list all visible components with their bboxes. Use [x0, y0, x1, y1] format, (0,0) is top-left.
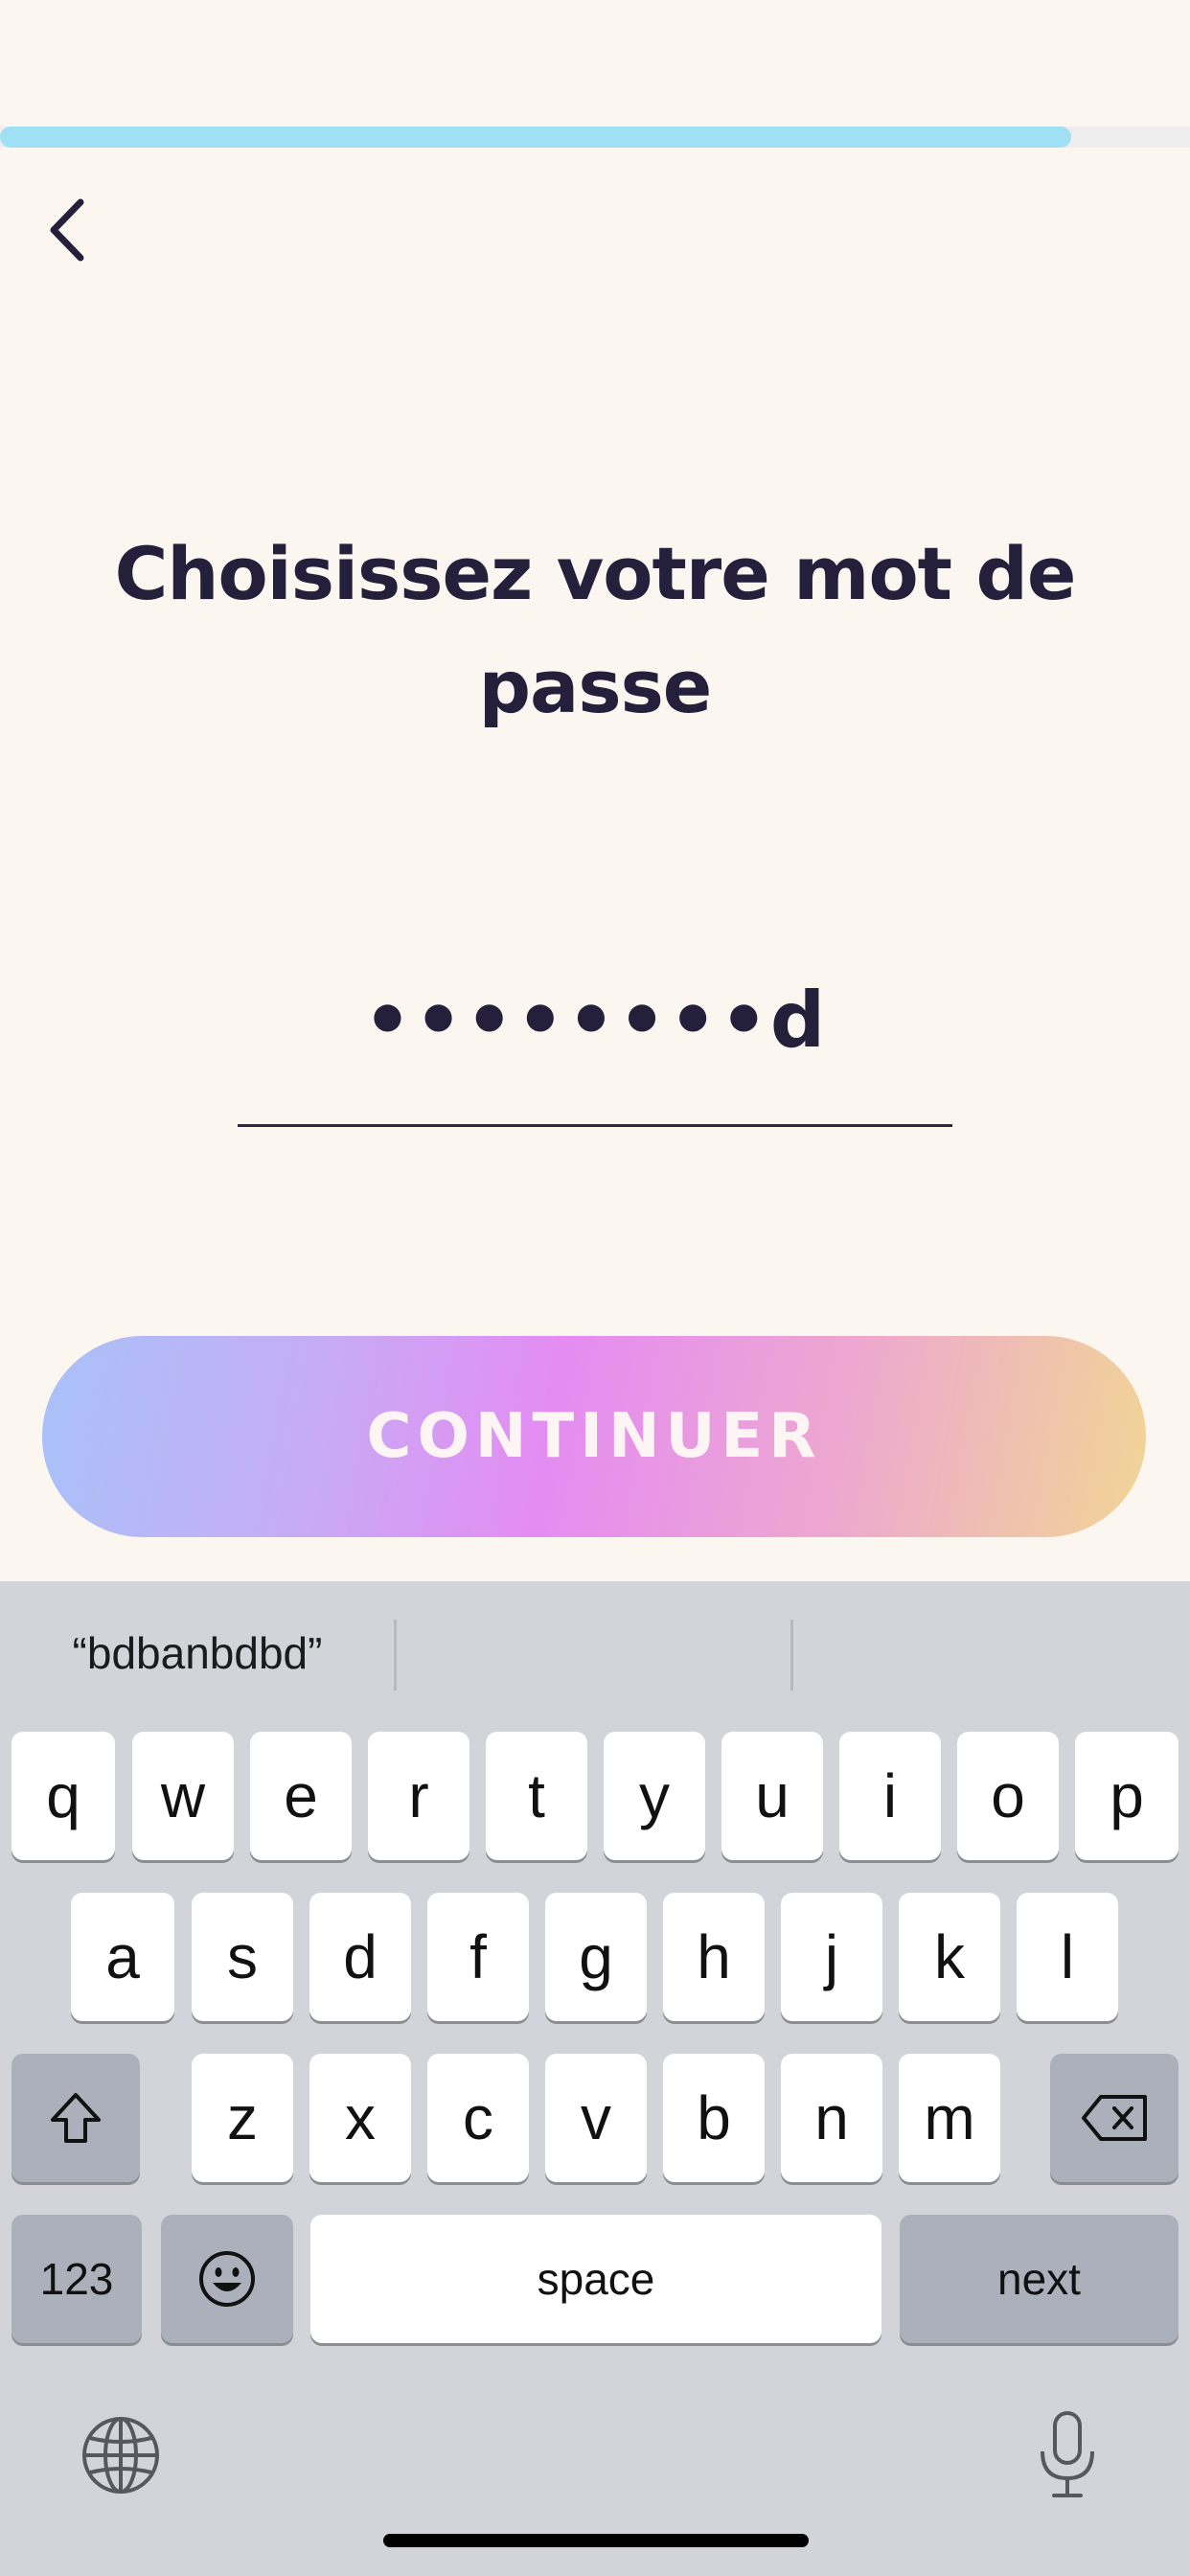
space-key[interactable]: space: [310, 2215, 881, 2343]
key-n[interactable]: n: [781, 2054, 882, 2182]
numbers-key[interactable]: 123: [11, 2215, 142, 2343]
key-r[interactable]: r: [368, 1732, 469, 1860]
key-y[interactable]: y: [604, 1732, 705, 1860]
shift-key[interactable]: [11, 2054, 140, 2182]
key-d[interactable]: d: [309, 1893, 411, 2021]
suggestion-bar: “bdbanbdbd”: [0, 1581, 1190, 1725]
key-b[interactable]: b: [663, 2054, 765, 2182]
key-t[interactable]: t: [486, 1732, 587, 1860]
continue-button[interactable]: CONTINUER: [42, 1336, 1146, 1537]
emoji-icon: [199, 2251, 255, 2307]
key-q[interactable]: q: [11, 1732, 115, 1860]
microphone-button[interactable]: [1037, 2409, 1098, 2501]
key-z[interactable]: z: [192, 2054, 293, 2182]
key-c[interactable]: c: [427, 2054, 529, 2182]
emoji-key[interactable]: [161, 2215, 293, 2343]
suggestion-2[interactable]: [397, 1581, 791, 1725]
key-e[interactable]: e: [250, 1732, 352, 1860]
suggestion-1[interactable]: “bdbanbdbd”: [0, 1581, 395, 1725]
key-h[interactable]: h: [663, 1893, 765, 2021]
backspace-icon: [1082, 2095, 1147, 2141]
next-key[interactable]: next: [900, 2215, 1179, 2343]
key-m[interactable]: m: [899, 2054, 1000, 2182]
key-f[interactable]: f: [427, 1893, 529, 2021]
key-i[interactable]: i: [839, 1732, 941, 1860]
key-k[interactable]: k: [899, 1893, 1000, 2021]
key-o[interactable]: o: [957, 1732, 1059, 1860]
shift-icon: [51, 2093, 101, 2143]
key-v[interactable]: v: [545, 2054, 647, 2182]
key-p[interactable]: p: [1075, 1732, 1179, 1860]
progress-fill: [0, 126, 1071, 148]
home-indicator: [383, 2534, 809, 2547]
page-title: Choisissez votre mot de passe: [114, 531, 1077, 729]
continue-label: CONTINUER: [366, 1401, 822, 1472]
key-a[interactable]: a: [71, 1893, 174, 2021]
microphone-icon: [1041, 2411, 1094, 2497]
key-j[interactable]: j: [781, 1893, 882, 2021]
key-x[interactable]: x: [309, 2054, 411, 2182]
password-underline: [238, 1124, 952, 1127]
key-g[interactable]: g: [545, 1893, 647, 2021]
globe-button[interactable]: [80, 2415, 161, 2496]
key-l[interactable]: l: [1017, 1893, 1118, 2021]
key-w[interactable]: w: [132, 1732, 234, 1860]
chevron-left-icon: [50, 198, 84, 262]
key-u[interactable]: u: [721, 1732, 823, 1860]
progress-bar: [0, 126, 1190, 148]
delete-key[interactable]: [1050, 2054, 1179, 2182]
globe-icon: [82, 2417, 159, 2494]
password-field[interactable]: ••••••••d: [238, 966, 952, 1127]
back-button[interactable]: [38, 192, 96, 268]
suggestion-3[interactable]: [793, 1581, 1190, 1725]
key-s[interactable]: s: [192, 1893, 293, 2021]
password-value: ••••••••d: [362, 976, 828, 1065]
